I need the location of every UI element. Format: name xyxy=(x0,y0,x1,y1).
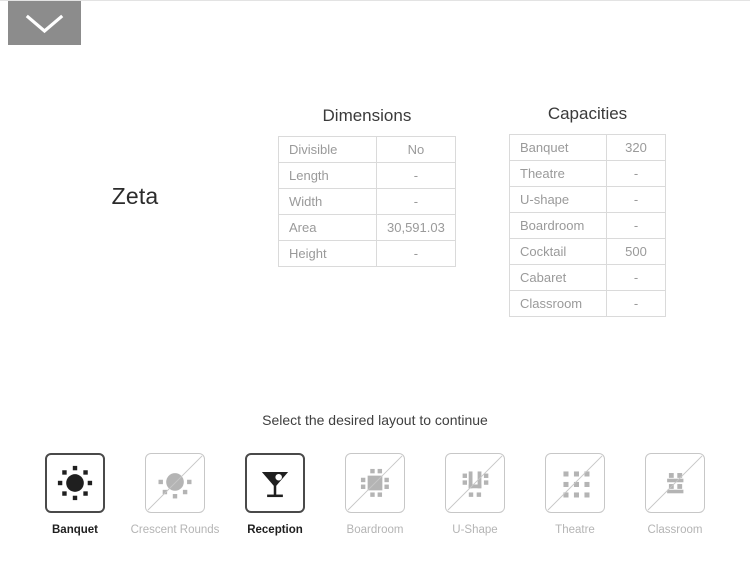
dimension-value: - xyxy=(376,162,456,189)
table-row: Boardroom - xyxy=(509,212,666,239)
classroom-desks-icon xyxy=(667,473,684,494)
capacity-value: - xyxy=(606,212,666,239)
capacity-value: - xyxy=(606,290,666,317)
dimensions-caption: Dimensions xyxy=(322,106,412,125)
layout-option-theatre: Theatre xyxy=(525,453,625,536)
capacity-label: Banquet xyxy=(509,134,607,161)
layout-label-reception: Reception xyxy=(247,524,303,536)
capacities-section: Capacities Banquet 320 Theatre - U-shape - Boa… xyxy=(509,104,666,317)
table-row: Height - xyxy=(278,240,456,267)
crescent-rounds-icon xyxy=(158,473,192,499)
capacity-value: 320 xyxy=(606,134,666,161)
layout-option-crescent-rounds: Crescent Rounds xyxy=(125,453,225,536)
layout-option-banquet[interactable]: Banquet xyxy=(25,453,125,536)
chevron-down-icon xyxy=(25,14,64,34)
capacity-label: Classroom xyxy=(509,290,607,317)
table-row: Cocktail 500 xyxy=(509,238,666,265)
capacity-label: Cocktail xyxy=(509,238,607,265)
capacity-label: Boardroom xyxy=(509,212,607,239)
table-row: U-shape - xyxy=(509,186,666,213)
dimension-label: Width xyxy=(278,188,377,215)
u-shape-table-icon xyxy=(462,471,489,497)
layout-options-row: Banquet Crescent Rounds Reception Boardroom… xyxy=(25,453,725,536)
layout-option-boardroom: Boardroom xyxy=(325,453,425,536)
layout-label-classroom: Classroom xyxy=(647,524,703,536)
dimension-value: - xyxy=(376,240,456,267)
layout-option-reception[interactable]: Reception xyxy=(225,453,325,536)
table-row: Cabaret - xyxy=(509,264,666,291)
layout-label-crescent-rounds: Crescent Rounds xyxy=(130,524,220,536)
table-row: Area 30,591.03 xyxy=(278,214,456,241)
dimension-value: No xyxy=(376,136,456,163)
dimensions-section: Dimensions Divisible No Length - Width - Area 3… xyxy=(278,106,456,267)
capacity-label: Theatre xyxy=(509,160,607,187)
dimension-label: Area xyxy=(278,214,377,241)
capacity-label: U-shape xyxy=(509,186,607,213)
capacity-value: 500 xyxy=(606,238,666,265)
layout-tile-classroom xyxy=(645,453,705,513)
capacity-label: Cabaret xyxy=(509,264,607,291)
layout-tile-banquet[interactable] xyxy=(45,453,105,513)
table-row: Theatre - xyxy=(509,160,666,187)
layout-tile-reception[interactable] xyxy=(245,453,305,513)
layout-tile-boardroom xyxy=(345,453,405,513)
capacity-value: - xyxy=(606,160,666,187)
layout-tile-crescent-rounds xyxy=(145,453,205,513)
dimension-label: Divisible xyxy=(278,136,377,163)
layout-tile-u-shape xyxy=(445,453,505,513)
layout-label-boardroom: Boardroom xyxy=(346,524,404,536)
layout-label-u-shape: U-Shape xyxy=(452,524,498,536)
capacities-table: Banquet 320 Theatre - U-shape - Boardroom - Cock… xyxy=(509,134,666,317)
table-row: Divisible No xyxy=(278,136,456,163)
layout-label-theatre: Theatre xyxy=(555,524,595,536)
layout-label-banquet: Banquet xyxy=(52,524,98,536)
table-row: Classroom - xyxy=(509,290,666,317)
layout-tile-theatre xyxy=(545,453,605,513)
theatre-seats-icon xyxy=(563,471,590,498)
capacity-value: - xyxy=(606,264,666,291)
boardroom-table-icon xyxy=(360,468,389,497)
capacities-caption: Capacities xyxy=(547,104,628,123)
dimension-label: Height xyxy=(278,240,377,267)
table-row: Length - xyxy=(278,162,456,189)
layout-option-classroom: Classroom xyxy=(625,453,725,536)
table-row: Banquet 320 xyxy=(509,134,666,161)
top-divider xyxy=(0,0,750,1)
table-row: Width - xyxy=(278,188,456,215)
dimension-value: - xyxy=(376,188,456,215)
layout-option-u-shape: U-Shape xyxy=(425,453,525,536)
page-title: Zeta xyxy=(111,183,159,209)
cocktail-glass-icon xyxy=(261,471,289,498)
collapse-panel-button[interactable] xyxy=(8,1,81,45)
dimension-value: 30,591.03 xyxy=(376,214,456,241)
dimension-label: Length xyxy=(278,162,377,189)
banquet-round-table-icon xyxy=(57,465,93,501)
dimensions-table: Divisible No Length - Width - Area 30,591.03 Hei… xyxy=(278,136,456,267)
layout-prompt: Select the desired layout to continue xyxy=(262,412,488,428)
capacity-value: - xyxy=(606,186,666,213)
